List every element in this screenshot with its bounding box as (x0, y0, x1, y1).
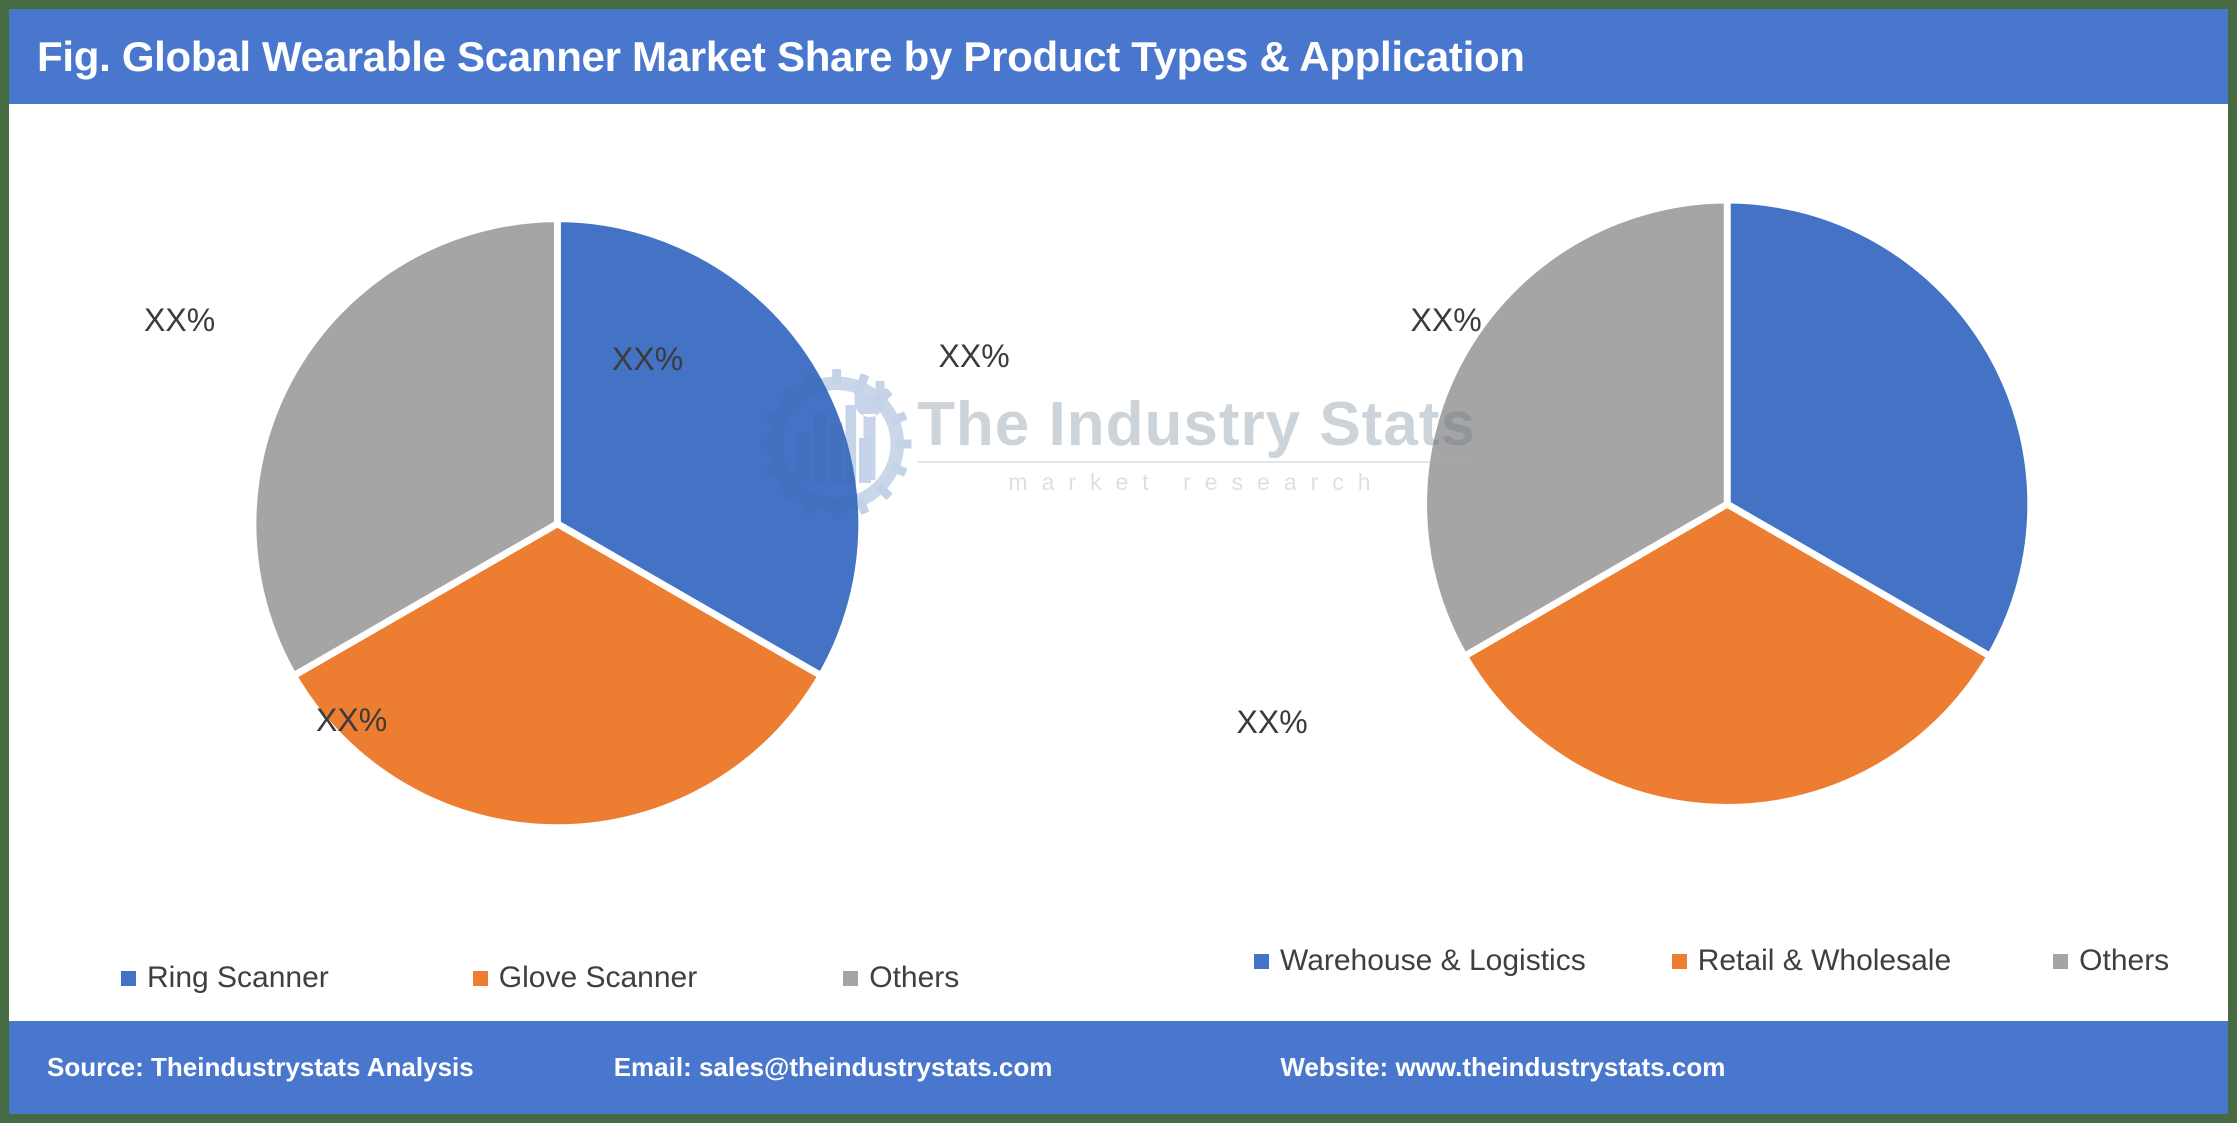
pie-left-label-gray: XX% (144, 302, 216, 338)
legend-item-retail-wholesale[interactable]: Retail & Wholesale (1671, 944, 1952, 978)
legend-swatch-icon (1254, 953, 1269, 969)
legend-item-others[interactable]: Others (2053, 944, 2169, 978)
chart-plot-area: XX% XX% XX% XX% XX% XX% (9, 104, 2228, 1021)
footer-website: Website: www.theindustrystats.com (1280, 1052, 1726, 1082)
pie-left-label-blue: XX% (612, 341, 684, 377)
figure-container: Fig. Global Wearable Scanner Market Shar… (0, 0, 2237, 1123)
legend-item-glove-scanner[interactable]: Glove Scanner (472, 961, 698, 995)
pie-chart-application: XX% XX% XX% (939, 104, 2229, 1021)
pie-left-label-orange: XX% (316, 702, 388, 738)
legend-label: Others (869, 961, 960, 994)
legend-label: Glove Scanner (498, 961, 698, 994)
legend-item-others[interactable]: Others (843, 961, 959, 995)
footer-email: Email: sales@theindustrystats.com (613, 1052, 1053, 1082)
footer-source: Source: Theindustrystats Analysis (47, 1052, 474, 1082)
pie-left-svg (249, 215, 866, 832)
legend-label: Retail & Wholesale (1697, 944, 1952, 977)
footer-bar: Source: Theindustrystats Analysis Email:… (9, 1021, 2228, 1114)
pie-right-label-blue: XX% (1410, 302, 1482, 338)
pie-chart-product-types: XX% XX% XX% (9, 104, 1119, 1021)
legend-label: Ring Scanner (147, 961, 329, 994)
legend-swatch-icon (2053, 953, 2069, 969)
pie-right-label-gray: XX% (938, 338, 1010, 374)
legend-product-types: Ring Scanner Glove Scanner Others (121, 961, 1011, 995)
legend-application: Warehouse & Logistics Retail & Wholesale… (1254, 944, 2169, 978)
legend-swatch-icon (843, 970, 859, 986)
pie-right-label-orange: XX% (1236, 704, 1308, 740)
legend-swatch-icon (121, 970, 136, 986)
legend-label: Warehouse & Logistics (1280, 944, 1586, 977)
legend-label: Others (2079, 944, 2170, 977)
header-bar: Fig. Global Wearable Scanner Market Shar… (9, 9, 2228, 104)
legend-swatch-icon (472, 970, 488, 986)
page-title: Fig. Global Wearable Scanner Market Shar… (37, 32, 1525, 80)
legend-item-ring-scanner[interactable]: Ring Scanner (121, 961, 329, 995)
legend-item-warehouse-logistics[interactable]: Warehouse & Logistics (1254, 944, 1586, 978)
pie-right-svg (1419, 196, 2034, 811)
legend-swatch-icon (1671, 953, 1687, 969)
